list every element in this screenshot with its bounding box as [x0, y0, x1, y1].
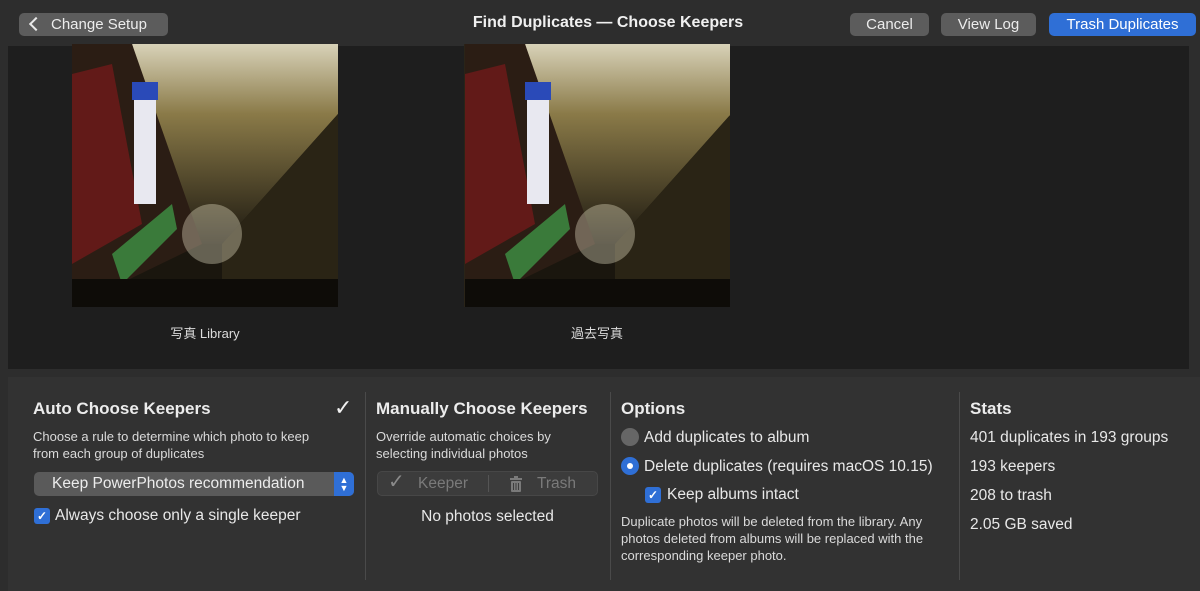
photo-thumbnail[interactable] — [464, 44, 730, 307]
chevron-left-icon — [28, 16, 44, 32]
single-keeper-checkbox[interactable]: ✓ — [34, 508, 50, 524]
stat-duplicates: 401 duplicates in 193 groups — [970, 429, 1169, 446]
add-to-album-radio[interactable] — [621, 428, 639, 446]
keep-albums-checkbox[interactable]: ✓ — [645, 487, 661, 503]
delete-duplicates-radio[interactable] — [621, 457, 639, 475]
options-note: Duplicate photos will be deleted from th… — [621, 514, 924, 563]
auto-choose-description: Choose a rule to determine which photo t… — [33, 429, 310, 461]
add-to-album-label: Add duplicates to album — [644, 429, 810, 446]
checkmark-icon: ✓ — [334, 395, 353, 420]
stat-to-trash: 208 to trash — [970, 487, 1052, 504]
selection-status: No photos selected — [421, 508, 554, 525]
divider — [365, 392, 366, 580]
divider — [610, 392, 611, 580]
photo-caption: 写真 Library — [170, 326, 240, 341]
trash-duplicates-button[interactable]: Trash Duplicates — [1049, 13, 1196, 36]
divider — [959, 392, 960, 580]
photo-caption: 過去写真 — [570, 326, 623, 341]
keeper-rule-value: Keep PowerPhotos recommendation — [52, 475, 305, 492]
change-setup-label: Change Setup — [51, 16, 147, 33]
keeper-segment-label: Keeper — [418, 475, 468, 492]
trash-segment-label: Trash — [537, 475, 577, 492]
manual-choose-description: Override automatic choices by selecting … — [376, 429, 551, 461]
manual-choose-heading: Manually Choose Keepers — [376, 399, 588, 418]
stat-saved: 2.05 GB saved — [970, 516, 1073, 533]
stat-keepers: 193 keepers — [970, 458, 1056, 475]
photo-thumbnail[interactable] — [72, 44, 338, 307]
select-arrows-icon: ▲ ▼ — [334, 472, 354, 496]
view-log-button[interactable]: View Log — [941, 13, 1036, 36]
window-title: Find Duplicates — Choose Keepers — [472, 14, 744, 31]
single-keeper-label: Always choose only a single keeper — [55, 507, 301, 524]
change-setup-button[interactable]: Change Setup — [19, 13, 168, 36]
keeper-segment[interactable]: ✓ Keeper — [378, 471, 488, 495]
delete-duplicates-label: Delete duplicates (requires macOS 10.15) — [644, 458, 933, 475]
toolbar: Change Setup Find Duplicates — Choose Ke… — [0, 0, 1200, 46]
cancel-button[interactable]: Cancel — [850, 13, 929, 36]
keeper-trash-segmented-control[interactable]: ✓ Keeper Trash — [377, 471, 598, 496]
trash-segment[interactable]: Trash — [489, 472, 599, 495]
checkmark-icon: ✓ — [388, 471, 405, 493]
auto-choose-heading: Auto Choose Keepers — [33, 399, 211, 418]
keep-albums-label: Keep albums intact — [667, 486, 799, 503]
stats-heading: Stats — [970, 399, 1012, 418]
options-heading: Options — [621, 399, 686, 418]
keeper-rule-select[interactable]: Keep PowerPhotos recommendation ▲ ▼ — [34, 472, 354, 496]
trash-icon — [510, 476, 522, 492]
